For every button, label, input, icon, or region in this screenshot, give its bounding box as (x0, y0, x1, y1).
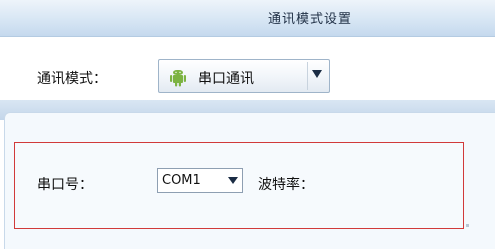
baud-rate-label: 波特率： (258, 177, 314, 193)
comm-mode-settings-window: 通讯模式设置 通讯模式： 串口通讯 串口号： COM1 波特率： (0, 0, 495, 249)
window-title: 通讯模式设置 (268, 12, 353, 27)
title-bar: 通讯模式设置 (0, 0, 495, 37)
serial-port-label: 串口号： (37, 177, 93, 193)
comm-mode-dropdown[interactable]: 串口通讯 (158, 59, 330, 93)
serial-port-dropdown[interactable]: COM1 (157, 168, 243, 193)
chevron-down-icon[interactable] (228, 177, 238, 184)
comm-mode-value: 串口通讯 (198, 71, 254, 87)
chevron-down-icon[interactable] (312, 70, 322, 78)
resize-grip (466, 224, 469, 227)
serial-port-value: COM1 (162, 173, 201, 188)
dropdown-separator (307, 62, 308, 90)
comm-mode-label: 通讯模式： (37, 71, 107, 87)
android-icon (170, 70, 186, 87)
